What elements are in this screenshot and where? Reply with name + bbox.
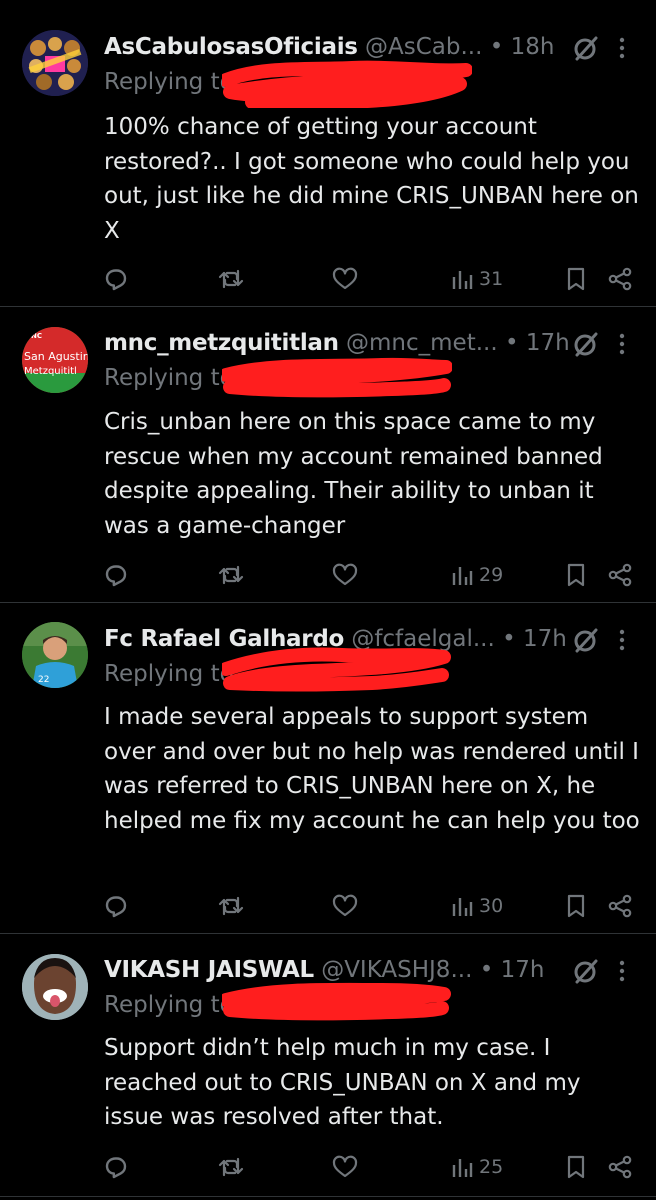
reply-button[interactable] (104, 560, 128, 590)
share-button[interactable] (607, 1152, 633, 1182)
timestamp[interactable]: 17h (501, 957, 545, 983)
reply-button[interactable] (104, 891, 128, 921)
bookmark-button[interactable] (566, 264, 586, 294)
tweet-text: Support didn’t help much in my case. I r… (104, 1035, 581, 1130)
reply-icon (105, 269, 127, 291)
grok-icon[interactable] (572, 34, 600, 62)
views-count: 25 (479, 1156, 504, 1178)
more-icon[interactable] (618, 957, 626, 985)
reply-icon (105, 565, 127, 587)
separator: • (504, 330, 519, 356)
share-button[interactable] (607, 264, 633, 294)
display-name[interactable]: mnc_metzquititlan (104, 330, 339, 356)
views-icon (452, 1159, 473, 1177)
bookmark-button[interactable] (566, 560, 586, 590)
retweet-icon (218, 269, 244, 289)
share-icon (608, 894, 632, 918)
timestamp[interactable]: 17h (523, 626, 567, 652)
bookmark-icon (567, 267, 585, 291)
share-button[interactable] (607, 560, 633, 590)
more-icon[interactable] (618, 34, 626, 62)
bookmark-button[interactable] (566, 891, 586, 921)
tweet-header: mnc_metzquititlan @mnc_met... • 17h (104, 328, 570, 358)
avatar[interactable] (22, 954, 88, 1020)
more-icon[interactable] (618, 330, 626, 358)
replying-to: Replying to (104, 992, 234, 1018)
views-button[interactable]: 30 (451, 891, 503, 921)
bookmark-icon (567, 894, 585, 918)
retweet-button[interactable] (218, 891, 244, 921)
like-icon (332, 267, 358, 290)
reply-button[interactable] (104, 264, 128, 294)
avatar-text: Metzquititl (24, 366, 77, 377)
separator: • (502, 626, 516, 652)
grok-icon[interactable] (572, 626, 600, 654)
views-icon (452, 271, 473, 289)
share-icon (608, 563, 632, 587)
reply-icon (105, 896, 127, 918)
views-icon (452, 567, 473, 585)
bookmark-icon (567, 563, 585, 587)
bookmark-button[interactable] (566, 1152, 586, 1182)
views-count: 29 (479, 564, 504, 586)
replying-to: Replying to (104, 661, 234, 687)
like-button[interactable] (332, 1152, 358, 1182)
reply-tweet[interactable]: 22 Fc Rafael Galhardo @fcfaelgal... • 17… (0, 603, 656, 933)
replying-to: Replying to (104, 365, 234, 391)
redaction-scribble (222, 647, 451, 692)
retweet-icon (218, 896, 244, 916)
like-icon (332, 1155, 358, 1178)
views-button[interactable]: 31 (451, 264, 503, 294)
views-icon (452, 898, 473, 916)
like-icon (332, 563, 358, 586)
like-icon (332, 894, 358, 917)
like-button[interactable] (332, 264, 358, 294)
retweet-icon (218, 1157, 244, 1177)
reply-tweet[interactable]: MNC San Agustin Metzquititl mnc_metzquit… (0, 307, 656, 602)
share-icon (608, 267, 632, 291)
grok-icon[interactable] (572, 957, 600, 985)
replying-to: Replying to (104, 69, 234, 95)
avatar[interactable]: 22 (22, 622, 88, 688)
retweet-button[interactable] (218, 560, 244, 590)
display-name[interactable]: AsCabulosasOficiais (104, 34, 358, 60)
avatar-jersey-number: 22 (38, 675, 49, 685)
more-icon[interactable] (618, 626, 626, 654)
grok-icon[interactable] (572, 330, 600, 358)
retweet-button[interactable] (218, 1152, 244, 1182)
reply-tweet[interactable]: AsCabulosasOficiais @AsCab... • 18h Repl… (0, 0, 656, 306)
tweet-text: Cris_unban here on this space came to my… (104, 409, 603, 539)
tweet-text: 100% chance of getting your account rest… (104, 114, 639, 244)
separator: • (479, 957, 494, 983)
views-button[interactable]: 25 (451, 1152, 503, 1182)
avatar-text: San Agustin (24, 350, 88, 363)
separator: • (489, 34, 504, 60)
reply-icon (105, 1157, 127, 1179)
redaction-scribble (222, 60, 472, 108)
views-count: 30 (479, 895, 504, 917)
avatar[interactable]: MNC San Agustin Metzquititl (22, 327, 88, 393)
share-icon (608, 1155, 632, 1179)
like-button[interactable] (332, 560, 358, 590)
like-button[interactable] (332, 891, 358, 921)
avatar[interactable] (22, 30, 88, 96)
bookmark-icon (567, 1155, 585, 1179)
avatar-logo-text: MNC (24, 332, 42, 340)
reply-button[interactable] (104, 1152, 128, 1182)
timestamp[interactable]: 18h (511, 34, 555, 60)
tweet-text: I made several appeals to support system… (104, 704, 640, 834)
reply-tweet[interactable]: VIKASH JAISWAL @VIKASHJ8... • 17h Replyi… (0, 934, 656, 1196)
handle[interactable]: @AsCab... (365, 34, 482, 60)
redaction-scribble (222, 982, 451, 1021)
views-button[interactable]: 29 (451, 560, 503, 590)
timestamp[interactable]: 17h (526, 330, 570, 356)
divider (0, 1196, 656, 1197)
retweet-button[interactable] (218, 264, 244, 294)
redaction-scribble (222, 357, 452, 398)
views-count: 31 (479, 268, 504, 290)
handle[interactable]: @mnc_met... (346, 330, 498, 356)
retweet-icon (218, 565, 244, 585)
share-button[interactable] (607, 891, 633, 921)
